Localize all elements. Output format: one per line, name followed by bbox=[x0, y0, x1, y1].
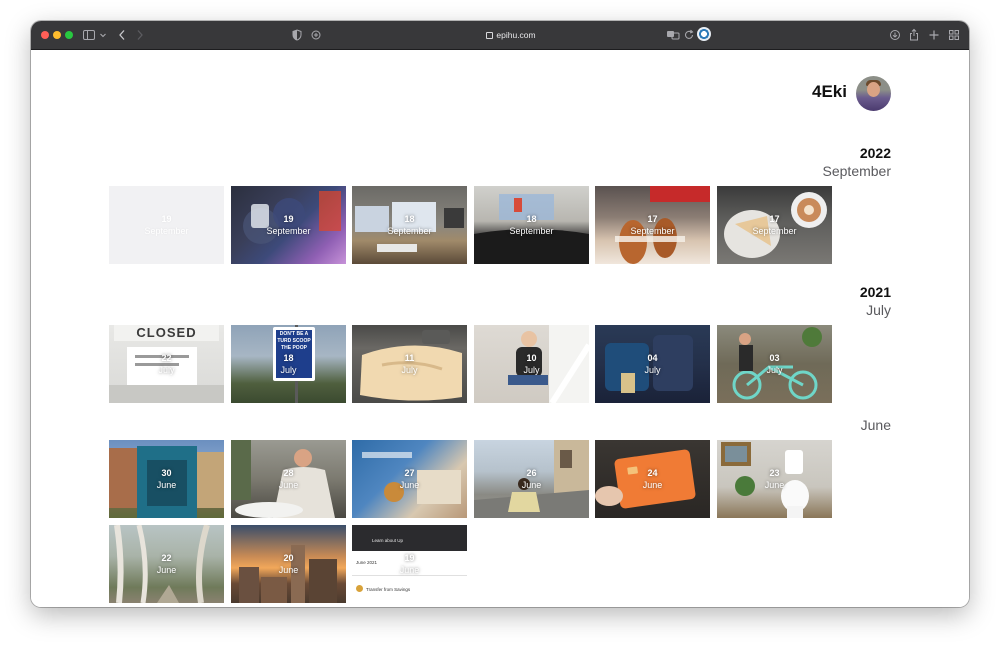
photo-tile[interactable]: 11 July bbox=[352, 325, 467, 403]
privacy-report-icon[interactable] bbox=[291, 27, 303, 43]
back-icon[interactable] bbox=[117, 27, 127, 43]
section-month: September bbox=[822, 163, 891, 179]
photo-tile[interactable]: 24 June bbox=[595, 440, 710, 518]
photo-tile[interactable]: 23 June bbox=[717, 440, 832, 518]
app-screenshot-text: Learn about Up bbox=[372, 538, 404, 543]
forward-icon[interactable] bbox=[135, 27, 145, 43]
photo-tile[interactable]: CLOSED 22 July bbox=[109, 325, 224, 403]
close-icon[interactable] bbox=[41, 31, 49, 39]
profile-username[interactable]: 4Eki bbox=[771, 82, 847, 102]
browser-toolbar: epihu.com bbox=[31, 21, 969, 50]
photo-tile[interactable]: 19 September bbox=[231, 186, 346, 264]
downloads-icon[interactable] bbox=[889, 27, 901, 43]
photo-tile[interactable]: 19 September bbox=[109, 186, 224, 264]
photo-tile[interactable]: Learn about Up June 2021 Transfer from S… bbox=[352, 525, 467, 603]
profile-avatar[interactable] bbox=[856, 76, 891, 111]
photo-tile[interactable]: 27 June bbox=[352, 440, 467, 518]
new-tab-icon[interactable] bbox=[928, 27, 940, 43]
sidebar-icon[interactable] bbox=[83, 27, 97, 43]
photo-tile[interactable]: DON'T BE A TURD SCOOP THE POOP 18 July bbox=[231, 325, 346, 403]
photo-tile[interactable]: 10 July bbox=[474, 325, 589, 403]
photo-tile[interactable]: 04 July bbox=[595, 325, 710, 403]
minimize-icon[interactable] bbox=[53, 31, 61, 39]
lock-icon bbox=[486, 32, 494, 39]
translate-icon[interactable] bbox=[666, 27, 680, 43]
photo-tile[interactable]: 20 June bbox=[231, 525, 346, 603]
reload-icon[interactable] bbox=[683, 27, 695, 43]
share-icon[interactable] bbox=[908, 27, 920, 43]
photo-tile[interactable]: 17 September bbox=[717, 186, 832, 264]
url-text: epihu.com bbox=[311, 28, 711, 42]
photo-tile[interactable]: 22 June bbox=[109, 525, 224, 603]
photo-tile[interactable]: 18 September bbox=[352, 186, 467, 264]
street-sign-text: DON'T BE A TURD SCOOP THE POOP bbox=[277, 331, 311, 351]
tab-overview-icon[interactable] bbox=[948, 27, 960, 43]
address-bar[interactable]: epihu.com bbox=[311, 25, 711, 45]
photo-tile[interactable]: 26 June bbox=[474, 440, 589, 518]
photo-tile[interactable]: 03 July bbox=[717, 325, 832, 403]
photo-tile[interactable]: 28 June bbox=[231, 440, 346, 518]
section-month: June bbox=[860, 417, 891, 433]
app-screenshot-text: Transfer from Savings bbox=[366, 587, 411, 592]
section-year: 2021 bbox=[859, 284, 891, 300]
extension-avatar-icon[interactable] bbox=[697, 27, 711, 41]
photo-tile[interactable]: 18 September bbox=[474, 186, 589, 264]
section-year: 2022 bbox=[859, 145, 891, 161]
zoom-icon[interactable] bbox=[65, 31, 73, 39]
photo-tile[interactable]: 17 September bbox=[595, 186, 710, 264]
chevron-down-icon[interactable] bbox=[99, 27, 107, 43]
section-month: July bbox=[866, 302, 891, 318]
photo-tile[interactable]: 30 June bbox=[109, 440, 224, 518]
browser-window: epihu.com 4Eki 2022 September 2021 July … bbox=[31, 21, 969, 607]
